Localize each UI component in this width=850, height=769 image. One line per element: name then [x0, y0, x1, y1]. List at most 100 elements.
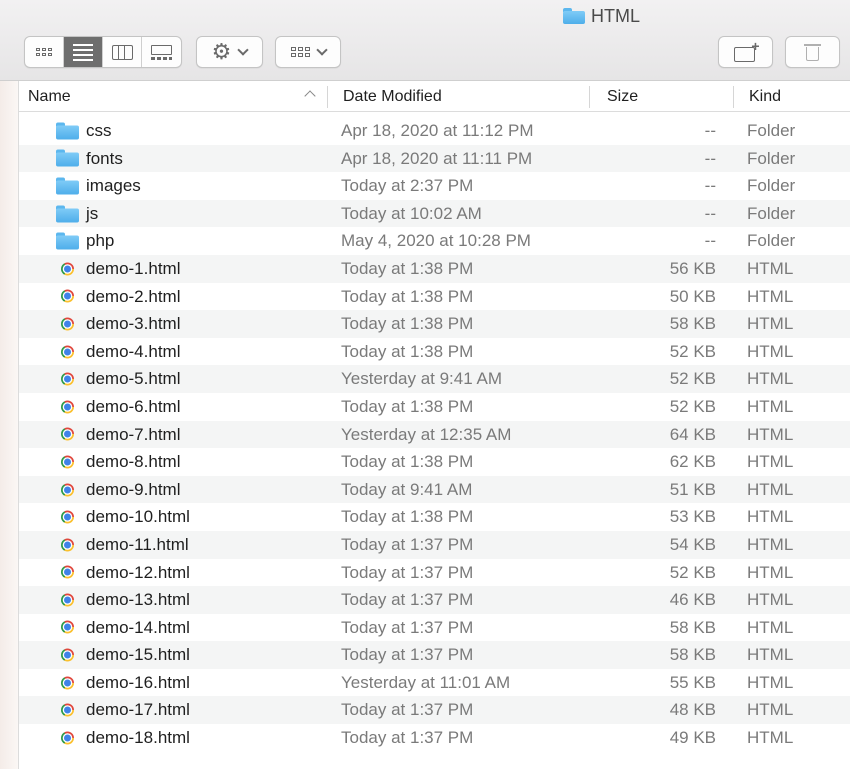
- file-kind: HTML: [747, 479, 794, 499]
- file-row[interactable]: demo-16.html Yesterday at 11:01 AM 55 KB HT…: [19, 669, 850, 697]
- file-name: demo-2.html: [86, 286, 181, 306]
- file-size: 56 KB: [669, 258, 716, 278]
- file-date-modified: Yesterday at 9:41 AM: [341, 369, 502, 389]
- file-size: 49 KB: [669, 728, 716, 748]
- file-size: 52 KB: [669, 396, 716, 416]
- file-row[interactable]: demo-13.html Today at 1:37 PM 46 KB HTML: [19, 586, 850, 614]
- chrome-icon: [61, 565, 74, 579]
- folder-icon: [56, 205, 79, 223]
- file-date-modified: Today at 1:38 PM: [341, 341, 474, 361]
- file-row[interactable]: demo-15.html Today at 1:37 PM 58 KB HTML: [19, 641, 850, 669]
- file-row[interactable]: demo-12.html Today at 1:37 PM 52 KB HTML: [19, 559, 850, 587]
- file-size: 48 KB: [669, 700, 716, 720]
- file-name: demo-17.html: [86, 700, 190, 720]
- folder-icon: [56, 177, 79, 195]
- file-kind: HTML: [747, 452, 794, 472]
- file-name: demo-13.html: [86, 590, 190, 610]
- file-kind: HTML: [747, 314, 794, 334]
- file-kind: HTML: [747, 258, 794, 278]
- action-menu-button[interactable]: ⚙: [196, 36, 263, 68]
- file-size: --: [704, 203, 716, 223]
- file-date-modified: Today at 1:37 PM: [341, 562, 474, 582]
- column-header-size[interactable]: Size: [607, 81, 638, 112]
- file-kind: Folder: [747, 176, 796, 196]
- file-size: 58 KB: [669, 314, 716, 334]
- file-size: --: [704, 176, 716, 196]
- file-date-modified: Today at 1:37 PM: [341, 617, 474, 637]
- column-header-kind[interactable]: Kind: [749, 81, 781, 112]
- file-name: js: [86, 203, 99, 223]
- file-date-modified: Today at 1:38 PM: [341, 507, 474, 527]
- icon-view-button[interactable]: [25, 37, 64, 67]
- chevron-down-icon: [237, 44, 250, 56]
- list-view-button[interactable]: [64, 37, 103, 67]
- file-row[interactable]: demo-5.html Yesterday at 9:41 AM 52 KB HTML: [19, 365, 850, 393]
- file-size: 52 KB: [669, 341, 716, 361]
- file-size: 58 KB: [669, 645, 716, 665]
- file-row[interactable]: images Today at 2:37 PM -- Folder: [19, 172, 850, 200]
- column-header-name-label: Name: [28, 88, 71, 105]
- file-kind: HTML: [747, 562, 794, 582]
- column-header-name[interactable]: Name: [28, 81, 328, 112]
- folder-icon: [563, 8, 585, 24]
- file-row[interactable]: demo-18.html Today at 1:37 PM 49 KB HTML: [19, 724, 850, 752]
- file-row[interactable]: demo-2.html Today at 1:38 PM 50 KB HTML: [19, 283, 850, 311]
- file-row[interactable]: js Today at 10:02 AM -- Folder: [19, 199, 850, 228]
- column-header: Name Date Modified Size Kind: [19, 81, 850, 112]
- icon-view-icon: [36, 48, 52, 56]
- file-name: demo-3.html: [86, 314, 181, 334]
- chrome-icon: [61, 510, 74, 524]
- file-size: 55 KB: [669, 672, 716, 692]
- file-kind: HTML: [747, 645, 794, 665]
- file-name: demo-5.html: [86, 369, 181, 389]
- column-divider: [589, 86, 590, 108]
- file-row[interactable]: php May 4, 2020 at 10:28 PM -- Folder: [19, 227, 850, 255]
- trash-button[interactable]: [785, 36, 840, 68]
- file-date-modified: Today at 2:37 PM: [341, 176, 474, 196]
- file-kind: HTML: [747, 700, 794, 720]
- file-row[interactable]: fonts Apr 18, 2020 at 11:11 PM -- Folder: [19, 144, 850, 173]
- gallery-view-button[interactable]: [142, 37, 181, 67]
- file-date-modified: Apr 18, 2020 at 11:12 PM: [341, 121, 534, 140]
- file-size: 58 KB: [669, 617, 716, 637]
- file-row[interactable]: demo-4.html Today at 1:38 PM 52 KB HTML: [19, 338, 850, 366]
- file-size: 51 KB: [669, 479, 716, 499]
- column-divider: [327, 86, 328, 108]
- column-header-date[interactable]: Date Modified: [343, 81, 442, 112]
- chrome-icon: [61, 317, 74, 331]
- file-size: 62 KB: [669, 452, 716, 472]
- file-kind: HTML: [747, 507, 794, 527]
- file-name: demo-12.html: [86, 562, 190, 582]
- file-name: demo-16.html: [86, 672, 190, 692]
- chrome-icon: [61, 648, 74, 662]
- folder-icon: [56, 232, 79, 250]
- trash-icon: [803, 43, 821, 61]
- file-row[interactable]: demo-8.html Today at 1:38 PM 62 KB HTML: [19, 448, 850, 476]
- file-row[interactable]: demo-11.html Today at 1:37 PM 54 KB HTML: [19, 530, 850, 559]
- file-size: --: [704, 231, 716, 251]
- file-row[interactable]: demo-17.html Today at 1:37 PM 48 KB HTML: [19, 696, 850, 725]
- file-row[interactable]: demo-14.html Today at 1:37 PM 58 KB HTML: [19, 614, 850, 642]
- file-name: demo-18.html: [86, 728, 190, 748]
- file-row[interactable]: demo-7.html Yesterday at 12:35 AM 64 KB HTM…: [19, 420, 850, 449]
- file-name: demo-7.html: [86, 424, 181, 444]
- column-view-button[interactable]: [103, 37, 142, 67]
- file-kind: Folder: [747, 148, 796, 168]
- group-menu-button[interactable]: [275, 36, 341, 68]
- chrome-icon: [61, 620, 74, 634]
- chrome-icon: [61, 703, 74, 717]
- file-size: 53 KB: [669, 507, 716, 527]
- file-size: 64 KB: [669, 424, 716, 444]
- file-name: php: [86, 231, 115, 251]
- new-folder-button[interactable]: [718, 36, 773, 68]
- chrome-icon: [61, 289, 74, 303]
- file-row[interactable]: demo-6.html Today at 1:38 PM 52 KB HTML: [19, 393, 850, 421]
- file-kind: HTML: [747, 728, 794, 748]
- toolbar: HTML ⚙: [0, 0, 850, 81]
- file-date-modified: Apr 18, 2020 at 11:11 PM: [341, 148, 533, 168]
- file-row[interactable]: demo-1.html Today at 1:38 PM 56 KB HTML: [19, 254, 850, 283]
- file-row[interactable]: css Apr 18, 2020 at 11:12 PM -- Folder: [19, 117, 850, 145]
- file-row[interactable]: demo-3.html Today at 1:38 PM 58 KB HTML: [19, 310, 850, 338]
- file-row[interactable]: demo-10.html Today at 1:38 PM 53 KB HTML: [19, 503, 850, 531]
- file-row[interactable]: demo-9.html Today at 9:41 AM 51 KB HTML: [19, 475, 850, 504]
